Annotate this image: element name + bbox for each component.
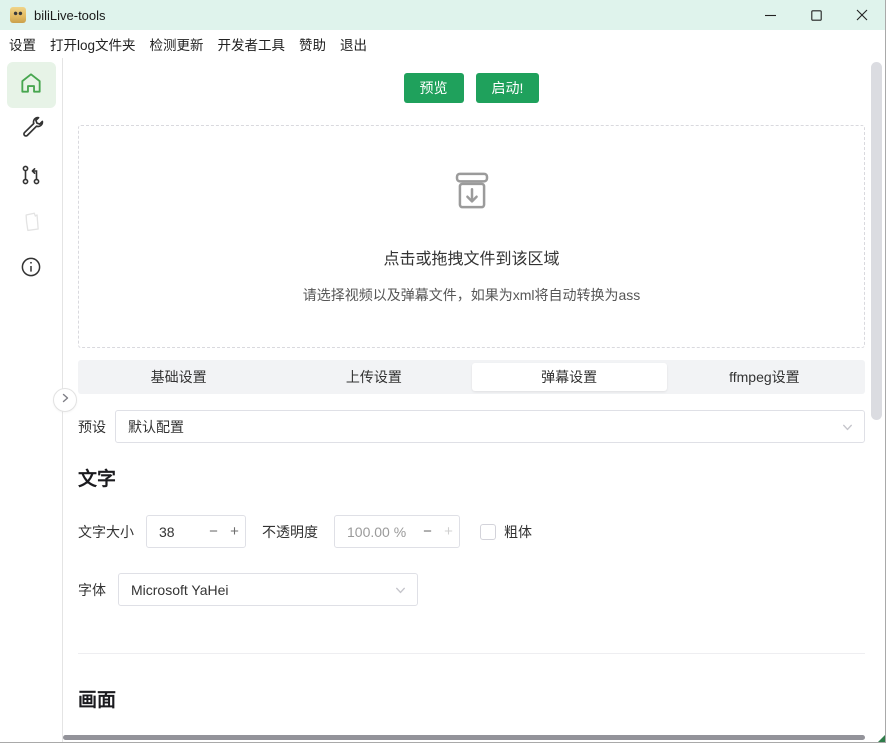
tab-danmaku-settings[interactable]: 弹幕设置 — [472, 363, 667, 391]
text-controls-row: 文字大小 38 − + 不透明度 100.00 % − + 粗体 — [78, 515, 865, 548]
close-button[interactable] — [839, 0, 885, 30]
main-content: 预览 启动! 点击或拖拽文件到该区域 请选择视频以及弹幕文件，如果为xml将自动… — [63, 58, 885, 742]
menu-item-sponsor[interactable]: 赞助 — [292, 30, 333, 58]
menu-item-check-update[interactable]: 检测更新 — [143, 30, 211, 58]
font-size-value[interactable]: 38 — [147, 524, 203, 540]
action-row: 预览 启动! — [78, 73, 865, 103]
font-family-select-value: Microsoft YaHei — [131, 582, 229, 598]
chevron-down-icon — [841, 421, 854, 437]
menubar: 设置 打开log文件夹 检测更新 开发者工具 赞助 退出 — [0, 30, 885, 58]
font-family-label: 字体 — [78, 580, 106, 600]
sidebar — [0, 58, 63, 742]
git-compare-icon — [19, 163, 43, 192]
chevron-right-icon — [59, 391, 71, 409]
wrench-icon — [19, 116, 44, 146]
sidebar-item-about[interactable] — [7, 246, 56, 292]
menu-item-exit[interactable]: 退出 — [333, 30, 374, 58]
opacity-increase-icon[interactable]: + — [438, 516, 459, 547]
font-row: 字体 Microsoft YaHei — [78, 573, 865, 606]
home-icon — [18, 70, 44, 101]
app-icon — [10, 7, 26, 23]
resize-grip[interactable] — [878, 735, 885, 742]
font-size-input[interactable]: 38 − + — [146, 515, 246, 548]
section-divider — [78, 653, 865, 654]
archive-download-icon — [445, 168, 499, 223]
maximize-button[interactable] — [793, 0, 839, 30]
minimize-button[interactable] — [747, 0, 793, 30]
screen-section-heading: 画面 — [78, 685, 865, 712]
opacity-input[interactable]: 100.00 % − + — [334, 515, 460, 548]
file-dropzone[interactable]: 点击或拖拽文件到该区域 请选择视频以及弹幕文件，如果为xml将自动转换为ass — [78, 125, 865, 348]
font-size-increase-icon[interactable]: + — [224, 516, 245, 547]
opacity-value[interactable]: 100.00 % — [335, 524, 417, 540]
bold-checkbox-label: 粗体 — [504, 522, 532, 542]
font-family-select[interactable]: Microsoft YaHei — [118, 573, 418, 606]
titlebar: biliLive-tools — [0, 0, 885, 30]
menu-item-settings[interactable]: 设置 — [2, 30, 43, 58]
settings-tabbar: 基础设置 上传设置 弹幕设置 ffmpeg设置 — [78, 360, 865, 394]
chevron-down-icon — [394, 584, 407, 600]
preset-label: 预设 — [78, 417, 106, 437]
close-icon — [856, 9, 868, 21]
opacity-decrease-icon[interactable]: − — [417, 516, 438, 547]
sidebar-item-tools[interactable] — [7, 108, 56, 154]
minimize-icon — [765, 10, 776, 21]
vertical-scrollbar[interactable] — [871, 62, 882, 420]
window-controls — [747, 0, 885, 30]
preset-row: 预设 默认配置 — [78, 410, 865, 443]
preset-select[interactable]: 默认配置 — [115, 410, 865, 443]
sidebar-item-pipeline[interactable] — [7, 154, 56, 200]
tab-ffmpeg-settings[interactable]: ffmpeg设置 — [667, 363, 862, 391]
bold-checkbox[interactable] — [480, 524, 496, 540]
sidebar-item-home[interactable] — [7, 62, 56, 108]
sidebar-item-clip[interactable] — [7, 200, 56, 246]
window-title: biliLive-tools — [34, 8, 106, 23]
maximize-icon — [811, 10, 822, 21]
preview-button[interactable]: 预览 — [404, 73, 464, 103]
sidebar-expand-button[interactable] — [53, 388, 77, 412]
dropzone-hint: 请选择视频以及弹幕文件，如果为xml将自动转换为ass — [303, 285, 641, 305]
tab-basic-settings[interactable]: 基础设置 — [81, 363, 276, 391]
text-section-heading: 文字 — [78, 464, 865, 491]
font-size-label: 文字大小 — [78, 522, 134, 542]
dropzone-title: 点击或拖拽文件到该区域 — [383, 245, 559, 269]
preset-select-value: 默认配置 — [128, 417, 184, 437]
start-button[interactable]: 启动! — [476, 73, 540, 103]
menu-item-open-log-folder[interactable]: 打开log文件夹 — [43, 30, 143, 58]
info-icon — [19, 255, 43, 284]
horizontal-scrollbar[interactable] — [63, 735, 865, 740]
menu-item-devtools[interactable]: 开发者工具 — [211, 30, 293, 58]
app-window: biliLive-tools 设置 打开log文件夹 检测更新 开发者 — [0, 0, 886, 743]
tab-upload-settings[interactable]: 上传设置 — [276, 363, 471, 391]
clip-icon — [18, 208, 44, 239]
font-size-decrease-icon[interactable]: − — [203, 516, 224, 547]
opacity-label: 不透明度 — [262, 522, 318, 542]
